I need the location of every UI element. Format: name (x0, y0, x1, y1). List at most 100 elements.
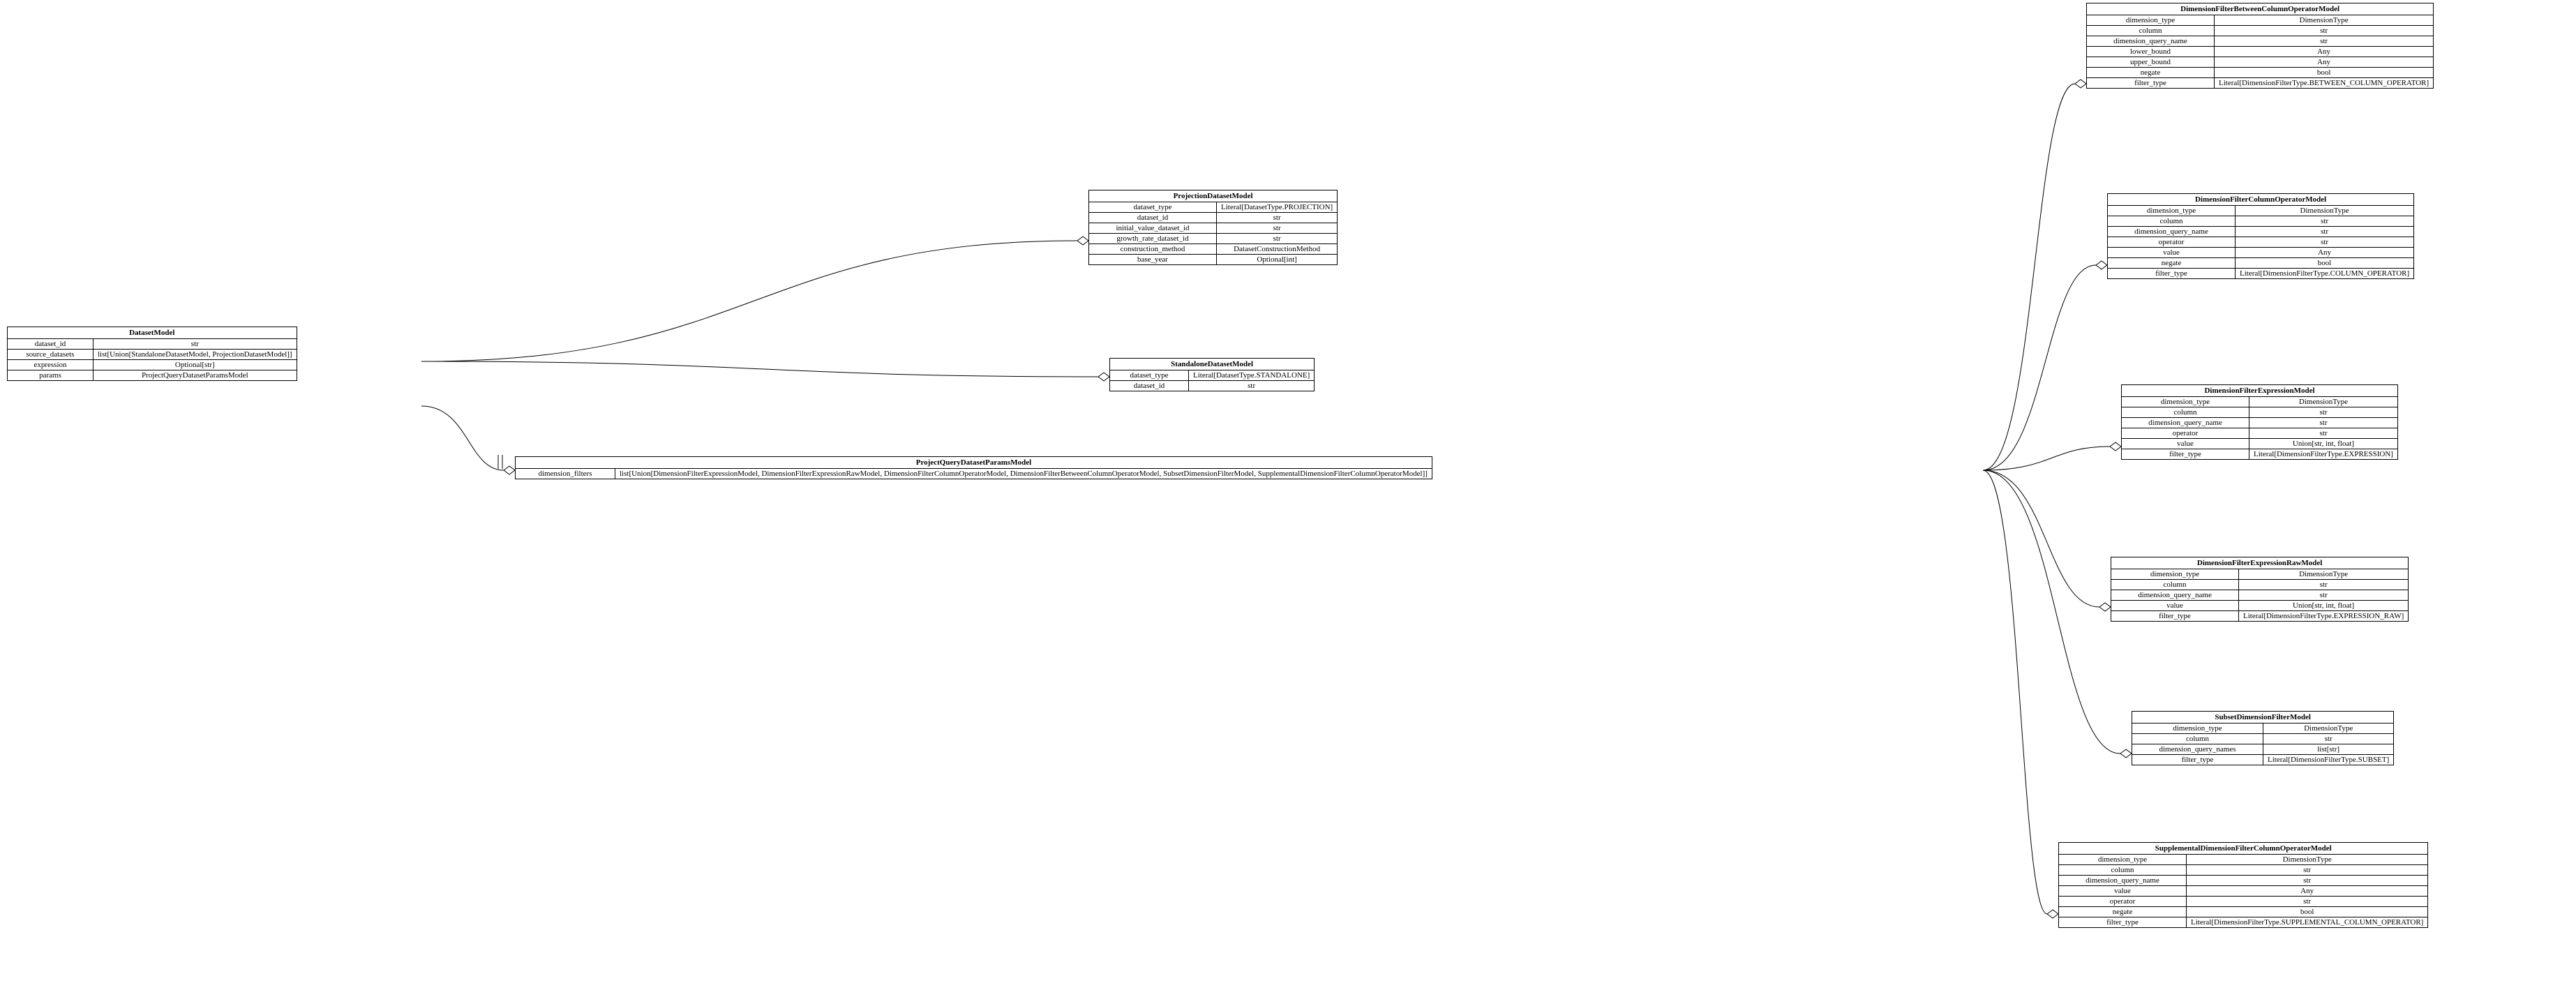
class-title: DatasetModel (8, 327, 297, 339)
attr-name: operator (2108, 237, 2236, 247)
class-title: SupplementalDimensionFilterColumnOperato… (2059, 843, 2427, 855)
attr-row: growth_rate_dataset_idstr (1089, 233, 1337, 243)
diagram-canvas: DatasetModeldataset_idstrsource_datasets… (0, 0, 2576, 997)
attr-name: dimension_query_names (2132, 744, 2263, 754)
attr-type: list[Union[DimensionFilterExpressionMode… (615, 469, 1432, 479)
attr-name: filter_type (2132, 755, 2263, 765)
attr-type: str (1189, 381, 1314, 391)
attr-row: dimension_query_namestr (2122, 417, 2397, 428)
attr-row: dataset_typeLiteral[DatasetType.PROJECTI… (1089, 202, 1337, 212)
attr-type: Any (2215, 47, 2433, 57)
attr-type: str (2187, 865, 2427, 875)
attr-type: DatasetConstructionMethod (1217, 244, 1337, 254)
attr-name: column (2111, 580, 2239, 590)
attr-name: negate (2108, 258, 2236, 268)
attr-row: columnstr (2132, 733, 2393, 744)
attr-row: columnstr (2059, 864, 2427, 875)
attr-row: columnstr (2111, 579, 2408, 590)
attr-row: dimension_typeDimensionType (2132, 724, 2393, 733)
attr-type: Literal[DimensionFilterType.SUPPLEMENTAL… (2187, 917, 2427, 927)
attr-name: dimension_query_name (2059, 876, 2187, 885)
attr-name: source_datasets (8, 350, 93, 359)
attr-type: str (2187, 897, 2427, 906)
attr-name: dimension_type (2132, 724, 2263, 733)
attr-name: dataset_id (8, 339, 93, 349)
attr-name: negate (2059, 907, 2187, 917)
attr-name: column (2087, 26, 2215, 36)
attr-type: DimensionType (2239, 569, 2408, 579)
attr-type: str (1217, 234, 1337, 243)
attr-row: columnstr (2108, 216, 2413, 226)
attr-name: filter_type (2087, 78, 2215, 88)
attr-row: dataset_idstr (1110, 380, 1314, 391)
attr-name: initial_value_dataset_id (1089, 223, 1217, 233)
attr-row: filter_typeLiteral[DimensionFilterType.S… (2132, 754, 2393, 765)
attr-name: dataset_id (1110, 381, 1189, 391)
attr-name: lower_bound (2087, 47, 2215, 57)
attr-type: Any (2187, 886, 2427, 896)
class-ProjectQueryDatasetParamsModel: ProjectQueryDatasetParamsModeldimension_… (515, 456, 1432, 479)
attr-row: columnstr (2122, 407, 2397, 417)
attr-name: filter_type (2059, 917, 2187, 927)
attr-type: Union[str, int, float] (2249, 439, 2397, 449)
attr-row: construction_methodDatasetConstructionMe… (1089, 243, 1337, 254)
attr-name: negate (2087, 68, 2215, 77)
attr-name: dimension_query_name (2108, 227, 2236, 237)
attr-row: dimension_query_namestr (2111, 590, 2408, 600)
attr-name: growth_rate_dataset_id (1089, 234, 1217, 243)
class-StandaloneDatasetModel: StandaloneDatasetModeldataset_typeLitera… (1109, 358, 1315, 391)
attr-type: Literal[DatasetType.STANDALONE] (1189, 370, 1314, 380)
attr-row: valueUnion[str, int, float] (2122, 438, 2397, 449)
attr-type: Literal[DimensionFilterType.EXPRESSION] (2249, 449, 2397, 459)
attr-type: Literal[DimensionFilterType.SUBSET] (2263, 755, 2393, 765)
attr-name: dimension_type (2122, 397, 2249, 407)
attr-name: dimension_query_name (2122, 418, 2249, 428)
attr-row: initial_value_dataset_idstr (1089, 223, 1337, 233)
attr-row: operatorstr (2122, 428, 2397, 438)
attr-row: lower_boundAny (2087, 46, 2433, 57)
attr-type: Literal[DimensionFilterType.BETWEEN_COLU… (2215, 78, 2433, 88)
attr-name: dimension_type (2111, 569, 2239, 579)
attr-type: list[str] (2263, 744, 2393, 754)
attr-type: str (1217, 213, 1337, 223)
attr-row: dimension_query_nameslist[str] (2132, 744, 2393, 754)
attr-name: value (2111, 601, 2239, 610)
attr-name: column (2132, 734, 2263, 744)
attr-row: negatebool (2108, 257, 2413, 268)
attr-name: dimension_filters (516, 469, 615, 479)
attr-type: str (2239, 590, 2408, 600)
attr-row: dimension_query_namestr (2108, 226, 2413, 237)
attr-row: dataset_idstr (1089, 212, 1337, 223)
attr-type: DimensionType (2236, 206, 2413, 216)
class-SubsetDimensionFilterModel: SubsetDimensionFilterModeldimension_type… (2132, 711, 2394, 765)
attr-row: filter_typeLiteral[DimensionFilterType.E… (2122, 449, 2397, 459)
attr-name: dimension_type (2087, 15, 2215, 25)
attr-type: DimensionType (2187, 855, 2427, 864)
attr-name: value (2122, 439, 2249, 449)
attr-type: ProjectQueryDatasetParamsModel (93, 370, 297, 380)
attr-type: str (93, 339, 297, 349)
attr-name: dataset_type (1110, 370, 1189, 380)
attr-row: columnstr (2087, 25, 2433, 36)
attr-type: Literal[DatasetType.PROJECTION] (1217, 202, 1337, 212)
attr-row: filter_typeLiteral[DimensionFilterType.C… (2108, 268, 2413, 278)
class-title: SubsetDimensionFilterModel (2132, 712, 2393, 724)
class-title: ProjectQueryDatasetParamsModel (516, 457, 1432, 469)
attr-row: operatorstr (2108, 237, 2413, 247)
attr-type: str (2236, 227, 2413, 237)
attr-type: bool (2187, 907, 2427, 917)
attr-row: dimension_filterslist[Union[DimensionFil… (516, 469, 1432, 479)
attr-type: DimensionType (2215, 15, 2433, 25)
attr-type: str (2215, 36, 2433, 46)
attr-type: Union[str, int, float] (2239, 601, 2408, 610)
attr-type: str (2187, 876, 2427, 885)
attr-name: column (2108, 216, 2236, 226)
attr-row: filter_typeLiteral[DimensionFilterType.B… (2087, 77, 2433, 88)
attr-row: dimension_typeDimensionType (2122, 397, 2397, 407)
attr-name: operator (2122, 428, 2249, 438)
attr-name: params (8, 370, 93, 380)
class-DimensionFilterExpressionModel: DimensionFilterExpressionModeldimension_… (2121, 384, 2398, 460)
class-title: DimensionFilterColumnOperatorModel (2108, 194, 2413, 206)
class-title: DimensionFilterExpressionModel (2122, 385, 2397, 397)
attr-name: column (2122, 407, 2249, 417)
